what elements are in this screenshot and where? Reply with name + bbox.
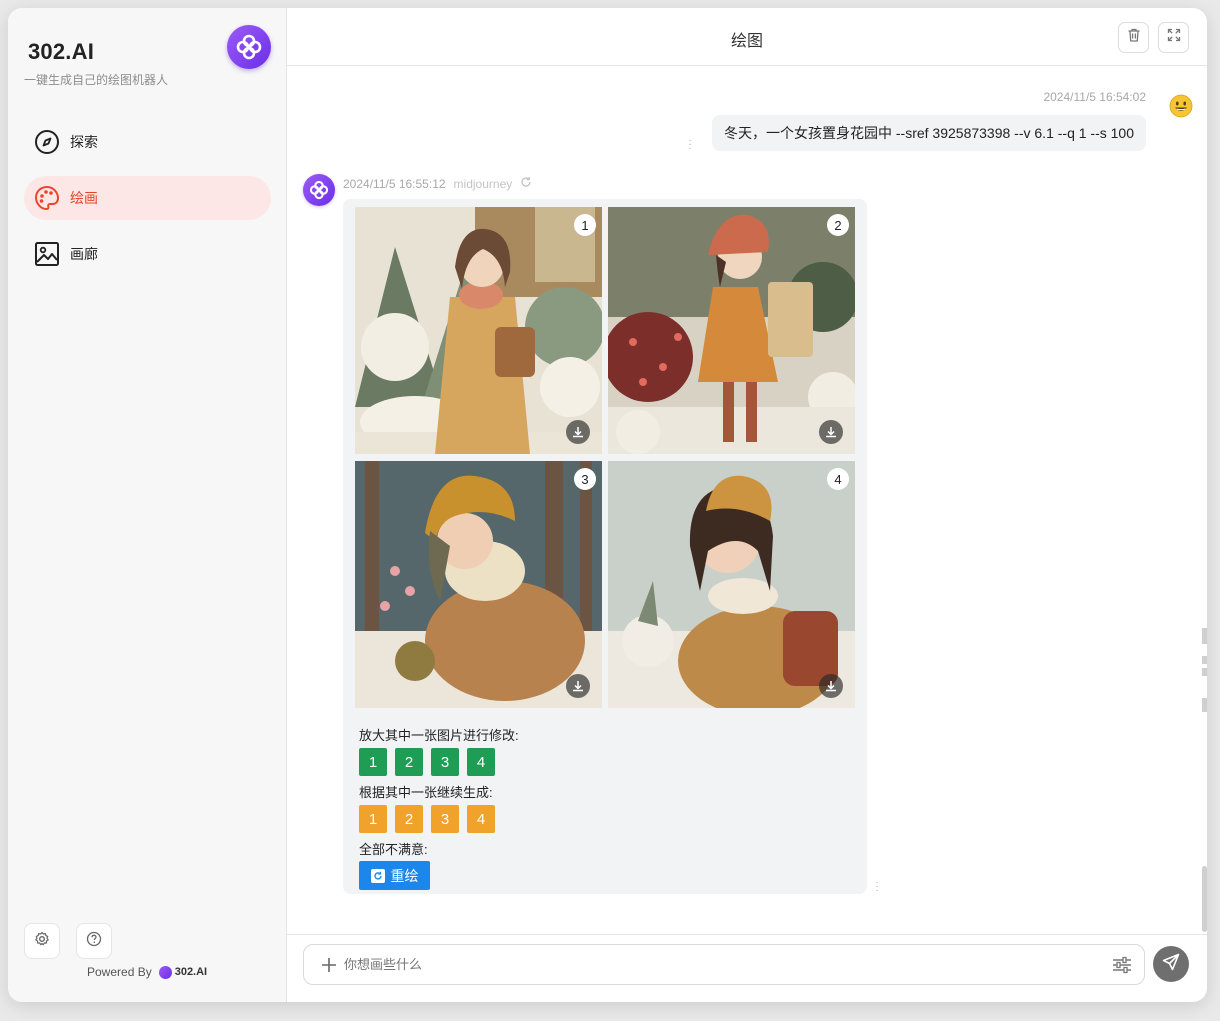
upscale-button-3[interactable]: 3 <box>431 748 459 776</box>
redraw-button-label: 重绘 <box>390 867 419 884</box>
main-panel: 绘图 2024/11/5 16:54:02 冬天，一个女孩置身花园中 --sre… <box>287 8 1207 1002</box>
reroll-label: 全部不满意: <box>359 842 428 857</box>
image-grid: 1 2 3 4 <box>355 207 855 708</box>
user-message-more-icon[interactable]: · · · <box>687 136 693 154</box>
brand-mini-logo-icon <box>158 965 172 979</box>
composer-divider <box>287 934 1207 935</box>
generated-image-4[interactable]: 4 <box>608 461 855 708</box>
image-number-badge: 2 <box>827 214 849 236</box>
sidebar-nav: 探索 绘画 画廊 <box>24 120 271 288</box>
brand-title: 302.AI <box>28 39 95 64</box>
bot-avatar <box>303 174 335 206</box>
clear-chat-button[interactable] <box>1118 22 1149 53</box>
smiley-face-icon <box>1169 94 1193 118</box>
compass-icon <box>34 129 60 155</box>
bot-message-card: 1 2 3 4 放大其中一张图片进行修改: 1 2 3 4 根据其中一张继续生成… <box>343 199 867 894</box>
flower-logo-icon <box>227 25 271 69</box>
settings-button[interactable] <box>24 923 60 959</box>
header: 绘图 <box>287 8 1207 66</box>
bot-message-meta: 2024/11/5 16:55:12 midjourney <box>343 176 532 191</box>
upscale-label: 放大其中一张图片进行修改: <box>359 728 519 743</box>
download-icon[interactable] <box>819 674 843 698</box>
composer <box>303 944 1145 985</box>
upscale-button-1[interactable]: 1 <box>359 748 387 776</box>
expand-icon <box>1166 27 1182 48</box>
sidebar-item-label: 探索 <box>70 134 98 150</box>
scrollbar-markers <box>1202 628 1207 712</box>
powered-by: Powered By 302.AI <box>87 965 207 979</box>
generated-image-2[interactable]: 2 <box>608 207 855 454</box>
variation-label: 根据其中一张继续生成: <box>359 785 493 800</box>
user-message-bubble: 冬天，一个女孩置身花园中 --sref 3925873398 --v 6.1 -… <box>711 115 1146 151</box>
variation-button-4[interactable]: 4 <box>467 805 495 833</box>
help-button[interactable] <box>76 923 112 959</box>
variation-buttons: 1 2 3 4 <box>359 805 495 833</box>
page-title: 绘图 <box>730 33 763 50</box>
sidebar-item-explore[interactable]: 探索 <box>24 120 271 164</box>
variation-button-1[interactable]: 1 <box>359 805 387 833</box>
upscale-buttons: 1 2 3 4 <box>359 748 495 776</box>
powered-by-label: Powered By <box>87 965 152 979</box>
brand-subtitle: 一键生成自己的绘图机器人 <box>24 73 169 87</box>
send-icon <box>1162 953 1180 976</box>
sidebar-item-label: 画廊 <box>70 246 98 262</box>
bot-message-time: 2024/11/5 16:55:12 <box>343 176 446 191</box>
trash-icon <box>1126 27 1142 48</box>
send-button[interactable] <box>1153 946 1189 982</box>
image-number-badge: 4 <box>827 468 849 490</box>
gear-icon <box>34 931 50 952</box>
download-icon[interactable] <box>566 420 590 444</box>
prompt-input[interactable] <box>344 957 1112 972</box>
variation-button-3[interactable]: 3 <box>431 805 459 833</box>
powered-by-brand: 302.AI <box>174 966 208 978</box>
redraw-button[interactable]: 重绘 <box>359 861 430 890</box>
fullscreen-button[interactable] <box>1158 22 1189 53</box>
refresh-icon <box>370 868 385 883</box>
upscale-button-4[interactable]: 4 <box>467 748 495 776</box>
question-circle-icon <box>86 931 102 952</box>
plus-icon[interactable] <box>320 956 340 974</box>
sidebar-item-gallery[interactable]: 画廊 <box>24 232 271 276</box>
image-number-badge: 3 <box>574 468 596 490</box>
image-number-badge: 1 <box>574 214 596 236</box>
sidebar-item-draw[interactable]: 绘画 <box>24 176 271 220</box>
upscale-button-2[interactable]: 2 <box>395 748 423 776</box>
download-icon[interactable] <box>566 674 590 698</box>
generated-image-1[interactable]: 1 <box>355 207 602 454</box>
bot-message-more-icon[interactable]: · · · <box>874 878 880 896</box>
bot-model-name: midjourney <box>453 176 513 191</box>
user-message-time: 2024/11/5 16:54:02 <box>1043 90 1146 104</box>
sliders-icon[interactable] <box>1112 956 1132 974</box>
sidebar: 302.AI 一键生成自己的绘图机器人 探索 绘画 画廊 Powered By … <box>8 8 287 1002</box>
refresh-icon[interactable] <box>520 176 532 191</box>
scrollbar-thumb[interactable] <box>1202 866 1207 932</box>
generated-image-3[interactable]: 3 <box>355 461 602 708</box>
variation-button-2[interactable]: 2 <box>395 805 423 833</box>
download-icon[interactable] <box>819 420 843 444</box>
sidebar-item-label: 绘画 <box>70 190 98 206</box>
palette-icon <box>34 185 60 211</box>
app-window: 302.AI 一键生成自己的绘图机器人 探索 绘画 画廊 Powered By … <box>8 8 1207 1002</box>
image-icon <box>34 241 60 267</box>
